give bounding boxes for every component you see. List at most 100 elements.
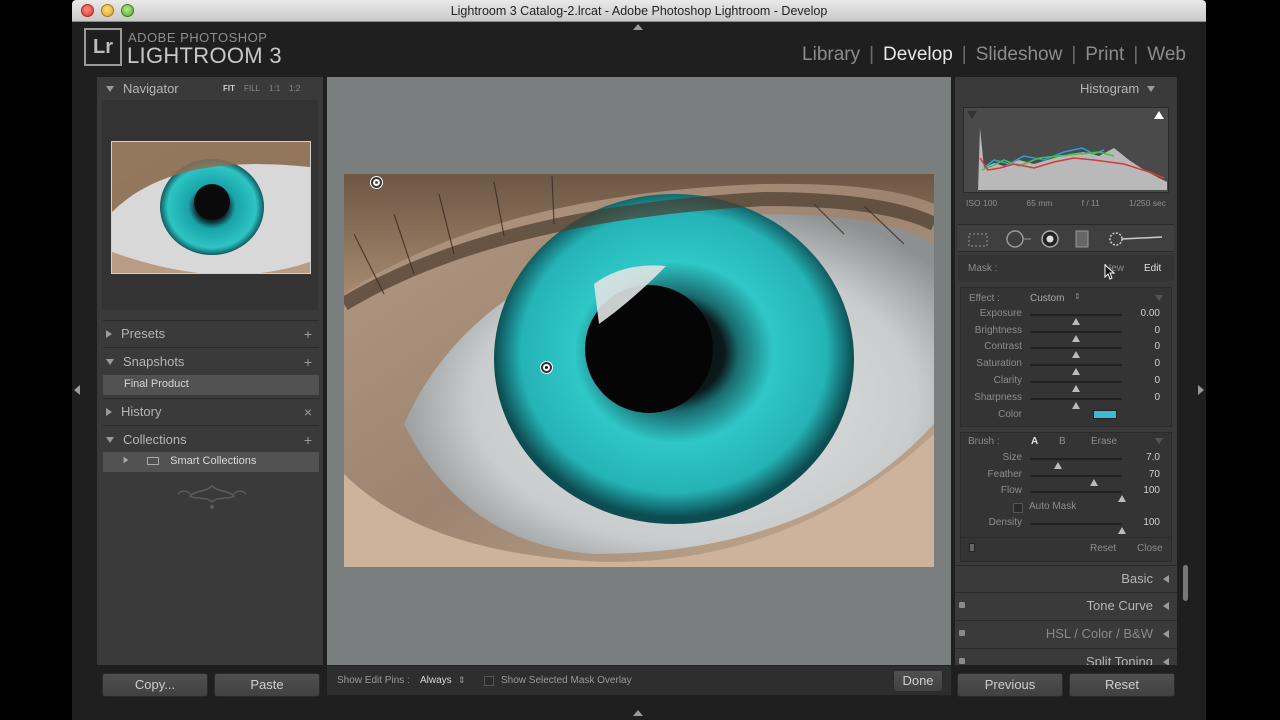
select-arrows-icon: ⇕ <box>1074 292 1081 301</box>
histogram[interactable] <box>963 107 1169 193</box>
right-panel-scrollbar[interactable] <box>1183 565 1188 601</box>
edit-pin[interactable] <box>371 177 382 188</box>
paste-settings-button[interactable]: Paste <box>214 673 320 697</box>
auto-mask-checkbox[interactable] <box>1013 503 1023 513</box>
collections-header[interactable]: Collections + <box>106 432 320 448</box>
section-split-toning[interactable]: Split Toning <box>955 648 1177 665</box>
history-header[interactable]: History × <box>106 404 320 420</box>
mask-overlay-checkbox[interactable] <box>484 676 494 686</box>
slider-track[interactable] <box>1030 330 1122 342</box>
panel-switch-icon[interactable] <box>959 602 965 608</box>
slider-knob[interactable] <box>1118 495 1126 502</box>
slider-value[interactable]: 100 <box>1143 485 1160 496</box>
brush-a-tab[interactable]: A <box>1031 436 1038 447</box>
slider-track[interactable] <box>1030 314 1122 325</box>
slider-track[interactable] <box>1030 347 1122 359</box>
slider-label: Size <box>1002 452 1022 463</box>
section-hsl[interactable]: HSL / Color / B&W <box>955 620 1177 646</box>
zoom-fit[interactable]: FIT <box>223 84 235 93</box>
module-print[interactable]: Print <box>1085 44 1124 66</box>
slider-track[interactable] <box>1030 364 1122 376</box>
slider-value[interactable]: 70 <box>1149 469 1160 480</box>
mask-row: Mask : New Edit <box>958 255 1174 281</box>
slider-track[interactable] <box>1030 523 1126 534</box>
snapshot-item[interactable]: Final Product <box>103 375 319 395</box>
main-photo[interactable] <box>344 174 934 567</box>
panel-switch-icon[interactable] <box>959 658 965 664</box>
collection-item[interactable]: Smart Collections <box>103 452 319 472</box>
section-tone-curve[interactable]: Tone Curve <box>955 592 1177 618</box>
collapse-brush-icon[interactable] <box>1155 438 1163 444</box>
slider-value[interactable]: 0 <box>1154 341 1160 352</box>
mask-overlay-label: Show Selected Mask Overlay <box>501 675 632 686</box>
zoom-fill[interactable]: FILL <box>244 84 260 93</box>
slider-track[interactable] <box>1030 474 1122 486</box>
color-row: Color <box>960 406 1172 423</box>
crop-tool-icon[interactable] <box>968 233 988 247</box>
clear-history-icon[interactable]: × <box>304 404 312 420</box>
module-library[interactable]: Library <box>802 44 860 66</box>
zoom-1-1[interactable]: 1:1 <box>269 84 280 93</box>
slider-value[interactable]: 100 <box>1143 517 1160 528</box>
add-snapshot-icon[interactable]: + <box>304 354 312 370</box>
slider-track[interactable] <box>1030 397 1122 409</box>
section-label: HSL / Color / B&W <box>1045 626 1153 641</box>
effect-label: Effect : <box>969 293 1000 304</box>
brush-close-button[interactable]: Close <box>1137 543 1163 554</box>
module-develop[interactable]: Develop <box>883 44 953 66</box>
slider-value[interactable]: 0.00 <box>1141 308 1160 319</box>
slider-value[interactable]: 0 <box>1154 358 1160 369</box>
top-panel-toggle-icon[interactable] <box>633 24 643 30</box>
module-web[interactable]: Web <box>1147 44 1186 66</box>
red-eye-icon[interactable] <box>1041 230 1059 248</box>
collection-label: Smart Collections <box>170 455 257 467</box>
brush-erase-tab[interactable]: Erase <box>1091 436 1117 447</box>
slider-clarity: Clarity 0 <box>960 373 1172 392</box>
navigator-title: Navigator <box>123 81 179 96</box>
adjustment-brush-icon[interactable] <box>1104 230 1164 248</box>
slider-track[interactable] <box>1030 458 1122 469</box>
slider-value[interactable]: 0 <box>1154 325 1160 336</box>
slider-track[interactable] <box>1030 380 1122 392</box>
collapsed-icon <box>106 407 112 416</box>
section-basic[interactable]: Basic <box>955 565 1177 591</box>
slider-feather: Feather 70 <box>960 467 1172 486</box>
add-collection-icon[interactable]: + <box>304 432 312 448</box>
slider-exposure: Exposure 0.00 <box>960 306 1172 325</box>
reset-button[interactable]: Reset <box>1069 673 1175 697</box>
module-slideshow[interactable]: Slideshow <box>976 44 1063 66</box>
section-label: Split Toning <box>1086 654 1153 665</box>
histogram-header[interactable]: Histogram <box>1080 81 1156 96</box>
navigator-thumbnail[interactable] <box>111 141 311 275</box>
graduated-filter-icon[interactable] <box>1074 230 1090 248</box>
collapse-effect-icon[interactable] <box>1155 295 1163 301</box>
presets-header[interactable]: Presets + <box>106 326 320 342</box>
panel-switch-icon[interactable] <box>959 630 965 636</box>
add-preset-icon[interactable]: + <box>304 326 312 342</box>
collapsed-icon <box>1163 630 1169 638</box>
brush-reset-button[interactable]: Reset <box>1090 543 1116 554</box>
panel-switch-icon[interactable] <box>969 543 975 552</box>
left-panel-toggle-icon[interactable] <box>74 385 80 395</box>
bottom-panel-toggle-icon[interactable] <box>633 710 643 716</box>
copy-settings-button[interactable]: Copy... <box>102 673 208 697</box>
slider-track[interactable] <box>1030 491 1126 502</box>
spot-removal-icon[interactable] <box>1004 230 1032 248</box>
panel-end-ornament-icon <box>172 482 252 520</box>
done-button[interactable]: Done <box>893 670 943 692</box>
right-panel-toggle-icon[interactable] <box>1198 385 1204 395</box>
slider-value[interactable]: 7.0 <box>1146 452 1160 463</box>
previous-button[interactable]: Previous <box>957 673 1063 697</box>
zoom-1-2[interactable]: 1:2 <box>289 84 300 93</box>
snapshots-header[interactable]: Snapshots + <box>106 354 320 370</box>
show-edit-pins-select[interactable]: Always <box>420 675 452 686</box>
brush-b-tab[interactable]: B <box>1059 436 1066 447</box>
edit-pin-selected[interactable] <box>541 362 552 373</box>
effect-preset-select[interactable]: Custom <box>1030 293 1064 304</box>
slider-value[interactable]: 0 <box>1154 392 1160 403</box>
effect-color-swatch[interactable] <box>1093 410 1117 419</box>
mask-edit-button[interactable]: Edit <box>1144 263 1161 274</box>
slider-knob[interactable] <box>1118 527 1126 534</box>
slider-value[interactable]: 0 <box>1154 375 1160 386</box>
slider-density: Density 100 <box>960 515 1172 534</box>
